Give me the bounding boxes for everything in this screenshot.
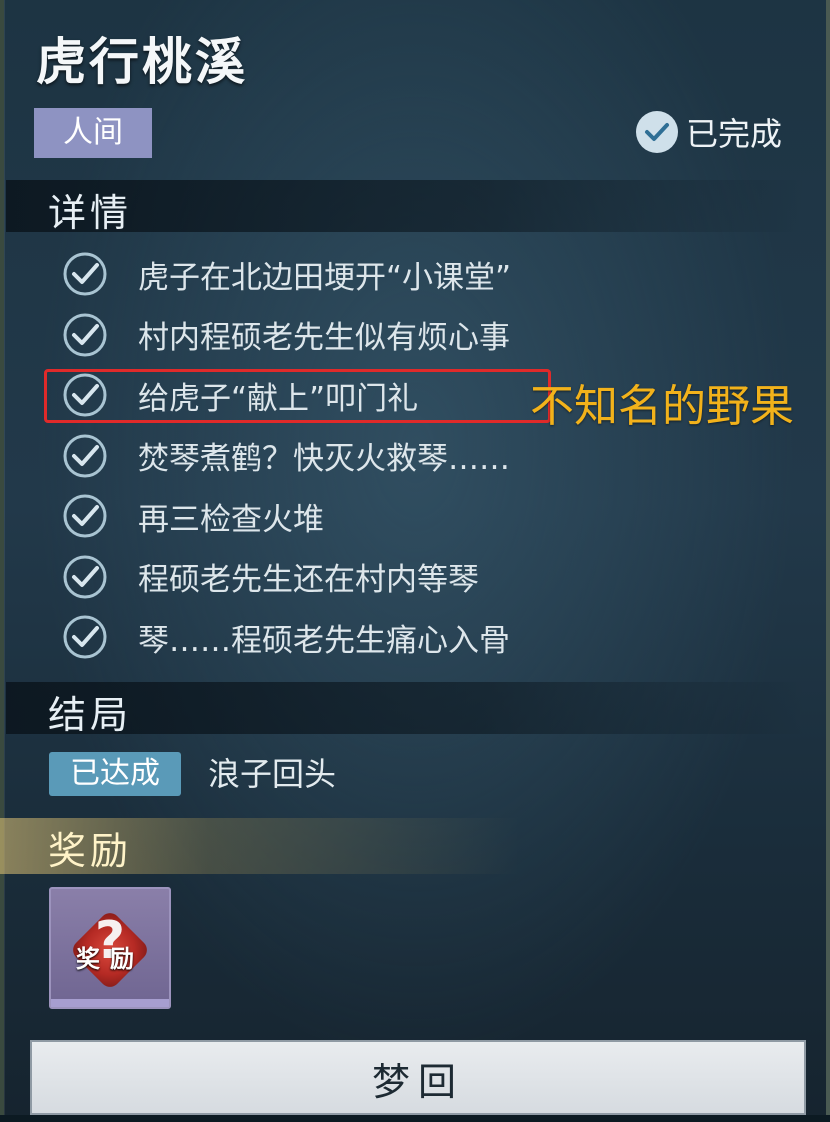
ending-heading: 结局 — [48, 693, 133, 737]
category-tag: 人间 — [34, 108, 152, 158]
task-item: 村内程硕老先生似有烦心事 — [62, 305, 662, 366]
reward-item-label: 奖励 — [76, 945, 144, 973]
completed-status: 已完成 — [636, 110, 782, 154]
checkmark-icon — [63, 494, 107, 538]
task-list: 虎子在北边田埂开“小课堂” 村内程硕老先生似有烦心事 给虎子“献上”叩门礼 焚琴… — [62, 244, 662, 668]
task-item: 程硕老先生还在村内等琴 — [62, 547, 662, 608]
checkmark-icon — [63, 313, 107, 357]
task-text: 村内程硕老先生似有烦心事 — [138, 320, 510, 357]
task-text: 焚琴煮鹤？快灭火救琴…… — [138, 441, 510, 478]
ending-name: 浪子回头 — [208, 755, 337, 793]
reward-heading: 奖励 — [48, 829, 133, 873]
task-text: 琴……程硕老先生痛心入骨 — [138, 622, 510, 659]
dream-replay-button[interactable]: 梦回 — [30, 1040, 806, 1115]
task-text: 程硕老先生还在村内等琴 — [138, 562, 479, 599]
ending-achieved-badge: 已达成 — [49, 752, 181, 796]
checkmark-icon — [63, 252, 107, 296]
checkmark-icon — [63, 434, 107, 478]
task-item: 虎子在北边田埂开“小课堂” — [62, 244, 662, 305]
quest-title: 虎行桃溪 — [36, 32, 248, 91]
task-text: 再三检查火堆 — [138, 501, 324, 538]
completed-label: 已完成 — [686, 115, 783, 153]
annotation-highlight-box — [44, 369, 551, 423]
reward-item-strip — [51, 999, 169, 1007]
checkmark-icon — [63, 615, 107, 659]
task-item: 琴……程硕老先生痛心入骨 — [62, 607, 662, 668]
reward-item[interactable]: ? 奖励 — [49, 887, 171, 1009]
details-heading: 详情 — [48, 191, 133, 235]
annotation-text: 不知名的野果 — [530, 381, 794, 432]
right-edge-background — [826, 0, 830, 1115]
left-edge-background — [0, 0, 4, 1115]
task-text: 虎子在北边田埂开“小课堂” — [138, 259, 512, 296]
checkmark-icon — [63, 555, 107, 599]
task-item: 焚琴煮鹤？快灭火救琴…… — [62, 426, 662, 487]
task-item: 再三检查火堆 — [62, 486, 662, 547]
check-circle-icon — [636, 111, 678, 153]
